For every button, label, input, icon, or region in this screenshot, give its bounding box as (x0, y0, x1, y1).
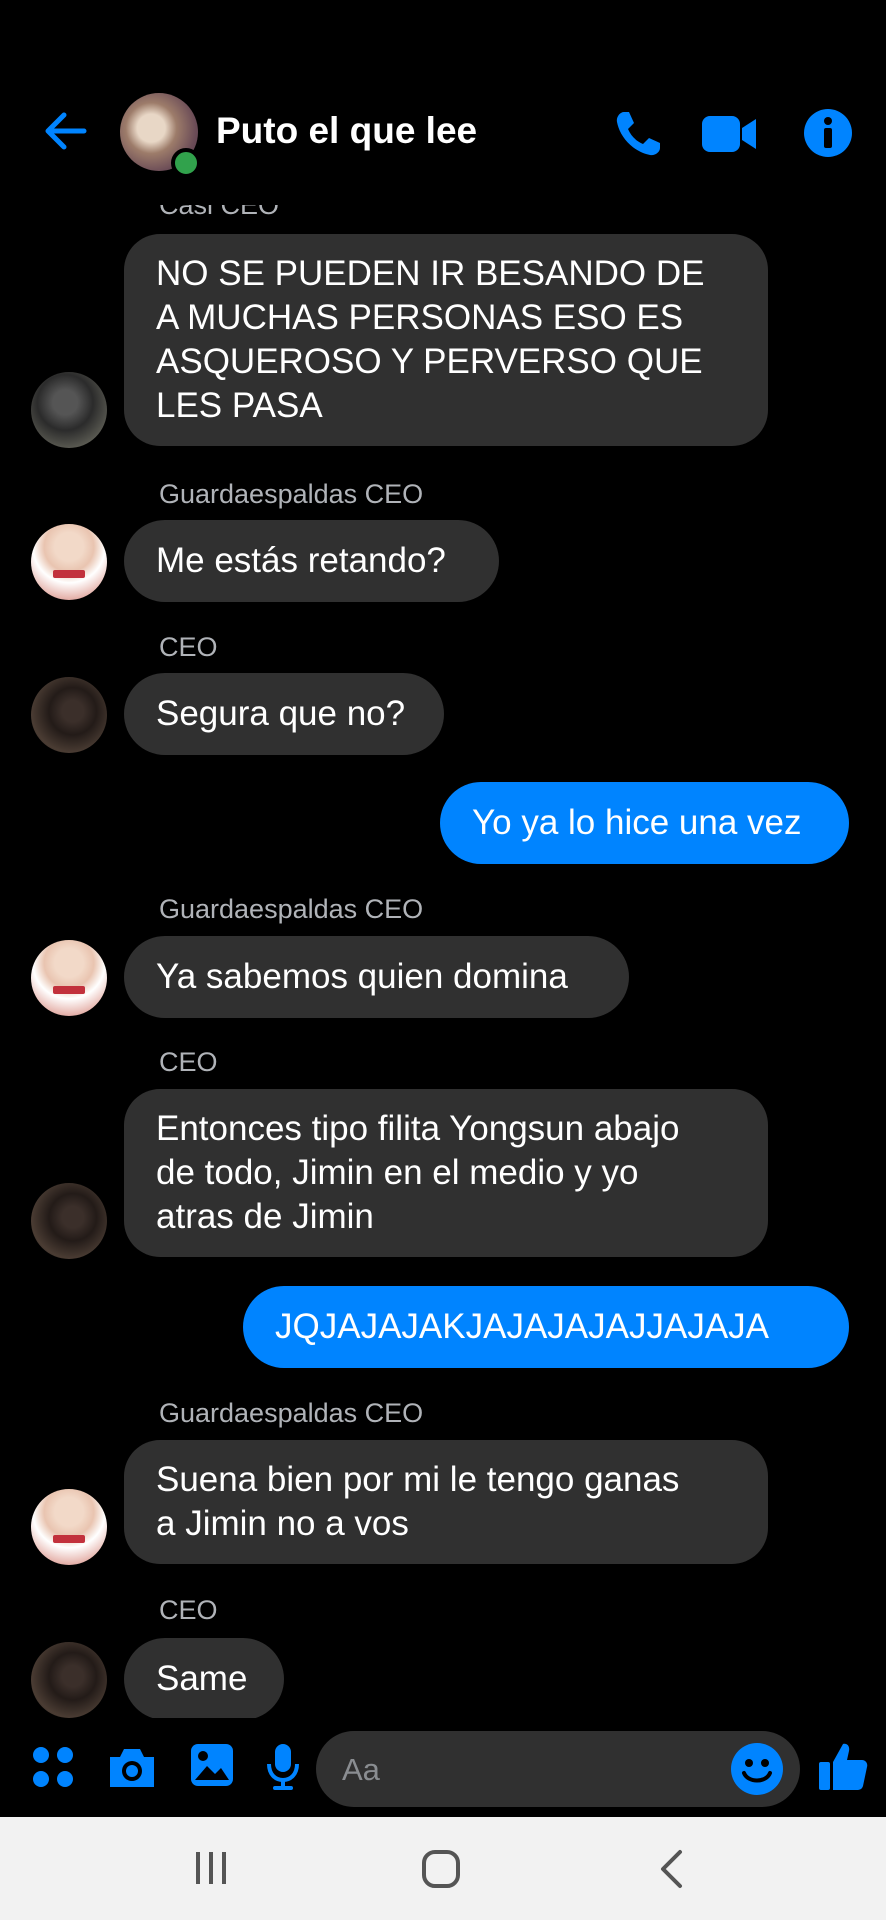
sender-name: CEO (159, 1595, 218, 1625)
sender-name: Guardaespaldas CEO (159, 1398, 424, 1428)
message-bubble[interactable]: Entonces tipo filita Yongsun abajo de to… (124, 1089, 768, 1257)
message-bubble[interactable]: Suena bien por mi le tengo ganas a Jimin… (124, 1440, 768, 1564)
message-bubble[interactable]: Me estás retando? (124, 520, 499, 602)
sender-avatar[interactable] (31, 372, 107, 448)
thumbs-up-icon[interactable] (817, 1740, 869, 1792)
conversation-title[interactable]: Puto el que lee (216, 110, 477, 152)
gallery-icon[interactable] (189, 1742, 235, 1788)
conversation-header: Puto el que lee (0, 0, 886, 205)
message-list[interactable]: Casi CEO NO SE PUEDEN IR BESANDO DE A MU… (0, 0, 886, 1735)
sender-avatar[interactable] (31, 940, 107, 1016)
message-bubble-outgoing[interactable]: JQJAJAJAKJAJAJAJAJJAJAJA (243, 1286, 849, 1368)
online-status-dot (171, 148, 201, 178)
message-bubble[interactable]: NO SE PUEDEN IR BESANDO DE A MUCHAS PERS… (124, 234, 768, 446)
sender-name: CEO (159, 1047, 218, 1077)
back-arrow-icon[interactable] (40, 105, 92, 157)
sender-avatar[interactable] (31, 524, 107, 600)
recent-apps-icon[interactable] (194, 1850, 228, 1886)
info-icon[interactable] (803, 108, 853, 158)
message-bubble[interactable]: Segura que no? (124, 673, 444, 755)
sender-avatar[interactable] (31, 1183, 107, 1259)
apps-grid-icon[interactable] (31, 1745, 75, 1789)
message-bubble[interactable]: Ya sabemos quien domina (124, 936, 629, 1018)
phone-icon[interactable] (612, 108, 664, 160)
emoji-icon[interactable] (730, 1742, 784, 1796)
sender-avatar[interactable] (31, 1489, 107, 1565)
camera-icon[interactable] (106, 1745, 158, 1789)
message-bubble-outgoing[interactable]: Yo ya lo hice una vez (440, 782, 849, 864)
message-input-placeholder: Aa (342, 1752, 380, 1787)
sender-name: CEO (159, 632, 218, 662)
video-camera-icon[interactable] (700, 108, 758, 160)
sender-name: Guardaespaldas CEO (159, 479, 424, 509)
message-bubble[interactable]: Same (124, 1638, 284, 1720)
sender-avatar[interactable] (31, 677, 107, 753)
sender-name: Guardaespaldas CEO (159, 894, 424, 924)
microphone-icon[interactable] (265, 1742, 301, 1792)
message-input[interactable] (316, 1731, 800, 1807)
sender-avatar[interactable] (31, 1642, 107, 1718)
back-icon[interactable] (658, 1849, 684, 1889)
home-icon[interactable] (421, 1849, 461, 1889)
system-navigation-bar (0, 1817, 886, 1920)
